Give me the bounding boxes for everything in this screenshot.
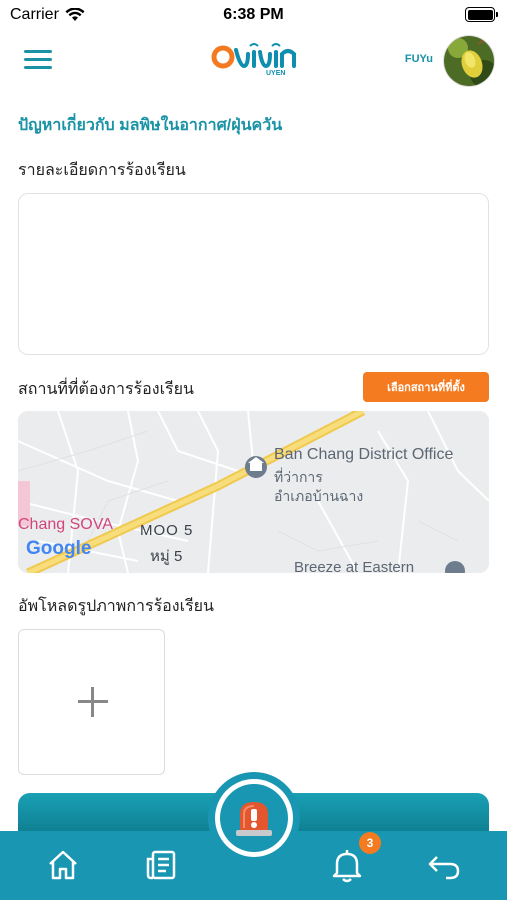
battery-icon — [465, 7, 498, 22]
hamburger-menu-icon[interactable] — [24, 50, 52, 70]
complaint-category-title: ปัญหาเกี่ยวกับ มลพิษในอากาศ/ฝุ่นควัน — [18, 117, 283, 134]
map-poi-name: Ban Chang District Office — [274, 446, 454, 463]
location-label: สถานที่ที่ต้องการร้องเรียน — [18, 381, 194, 398]
notification-bell-icon[interactable] — [327, 845, 367, 885]
plus-icon — [78, 687, 108, 717]
location-map[interactable]: Ban Chang District Office ที่ว่าการ อำเภ… — [18, 411, 489, 573]
app-header: UYEN FUYu — [0, 32, 507, 88]
map-place-bottom: Breeze at Eastern — [294, 559, 415, 573]
upload-image-button[interactable] — [18, 629, 165, 775]
logo-subtext: UYEN — [266, 70, 286, 77]
home-icon[interactable] — [43, 845, 83, 885]
back-icon[interactable] — [424, 845, 464, 885]
notification-count-badge: 3 — [359, 832, 381, 854]
sos-alarm-button[interactable] — [208, 772, 300, 864]
select-location-button[interactable]: เลือกสถานที่ที่ตั้ง — [363, 372, 489, 402]
details-label: รายละเอียดการร้องเรียน — [18, 162, 186, 179]
status-bar: Carrier 6:38 PM — [0, 0, 507, 32]
complaint-details-input[interactable] — [18, 193, 489, 355]
clock: 6:38 PM — [223, 6, 284, 23]
map-place-left: Chang SOVA — [18, 516, 113, 533]
upload-label: อัพโหลดรูปภาพการร้องเรียน — [18, 598, 214, 615]
user-name[interactable]: FUYu — [405, 53, 433, 65]
sos-alarm-icon — [236, 802, 272, 836]
map-poi-name-th-2: อำเภอบ้านฉาง — [274, 488, 364, 504]
news-icon[interactable] — [142, 845, 182, 885]
district-office-pin-icon[interactable] — [245, 456, 267, 478]
map-area-label-1: MOO 5 — [140, 522, 194, 539]
user-avatar[interactable] — [443, 35, 495, 87]
map-area-label-2: หมู่ 5 — [150, 548, 183, 565]
google-attribution: Google — [26, 538, 92, 559]
app-logo: UYEN — [210, 40, 302, 80]
logo-mark — [211, 43, 296, 69]
